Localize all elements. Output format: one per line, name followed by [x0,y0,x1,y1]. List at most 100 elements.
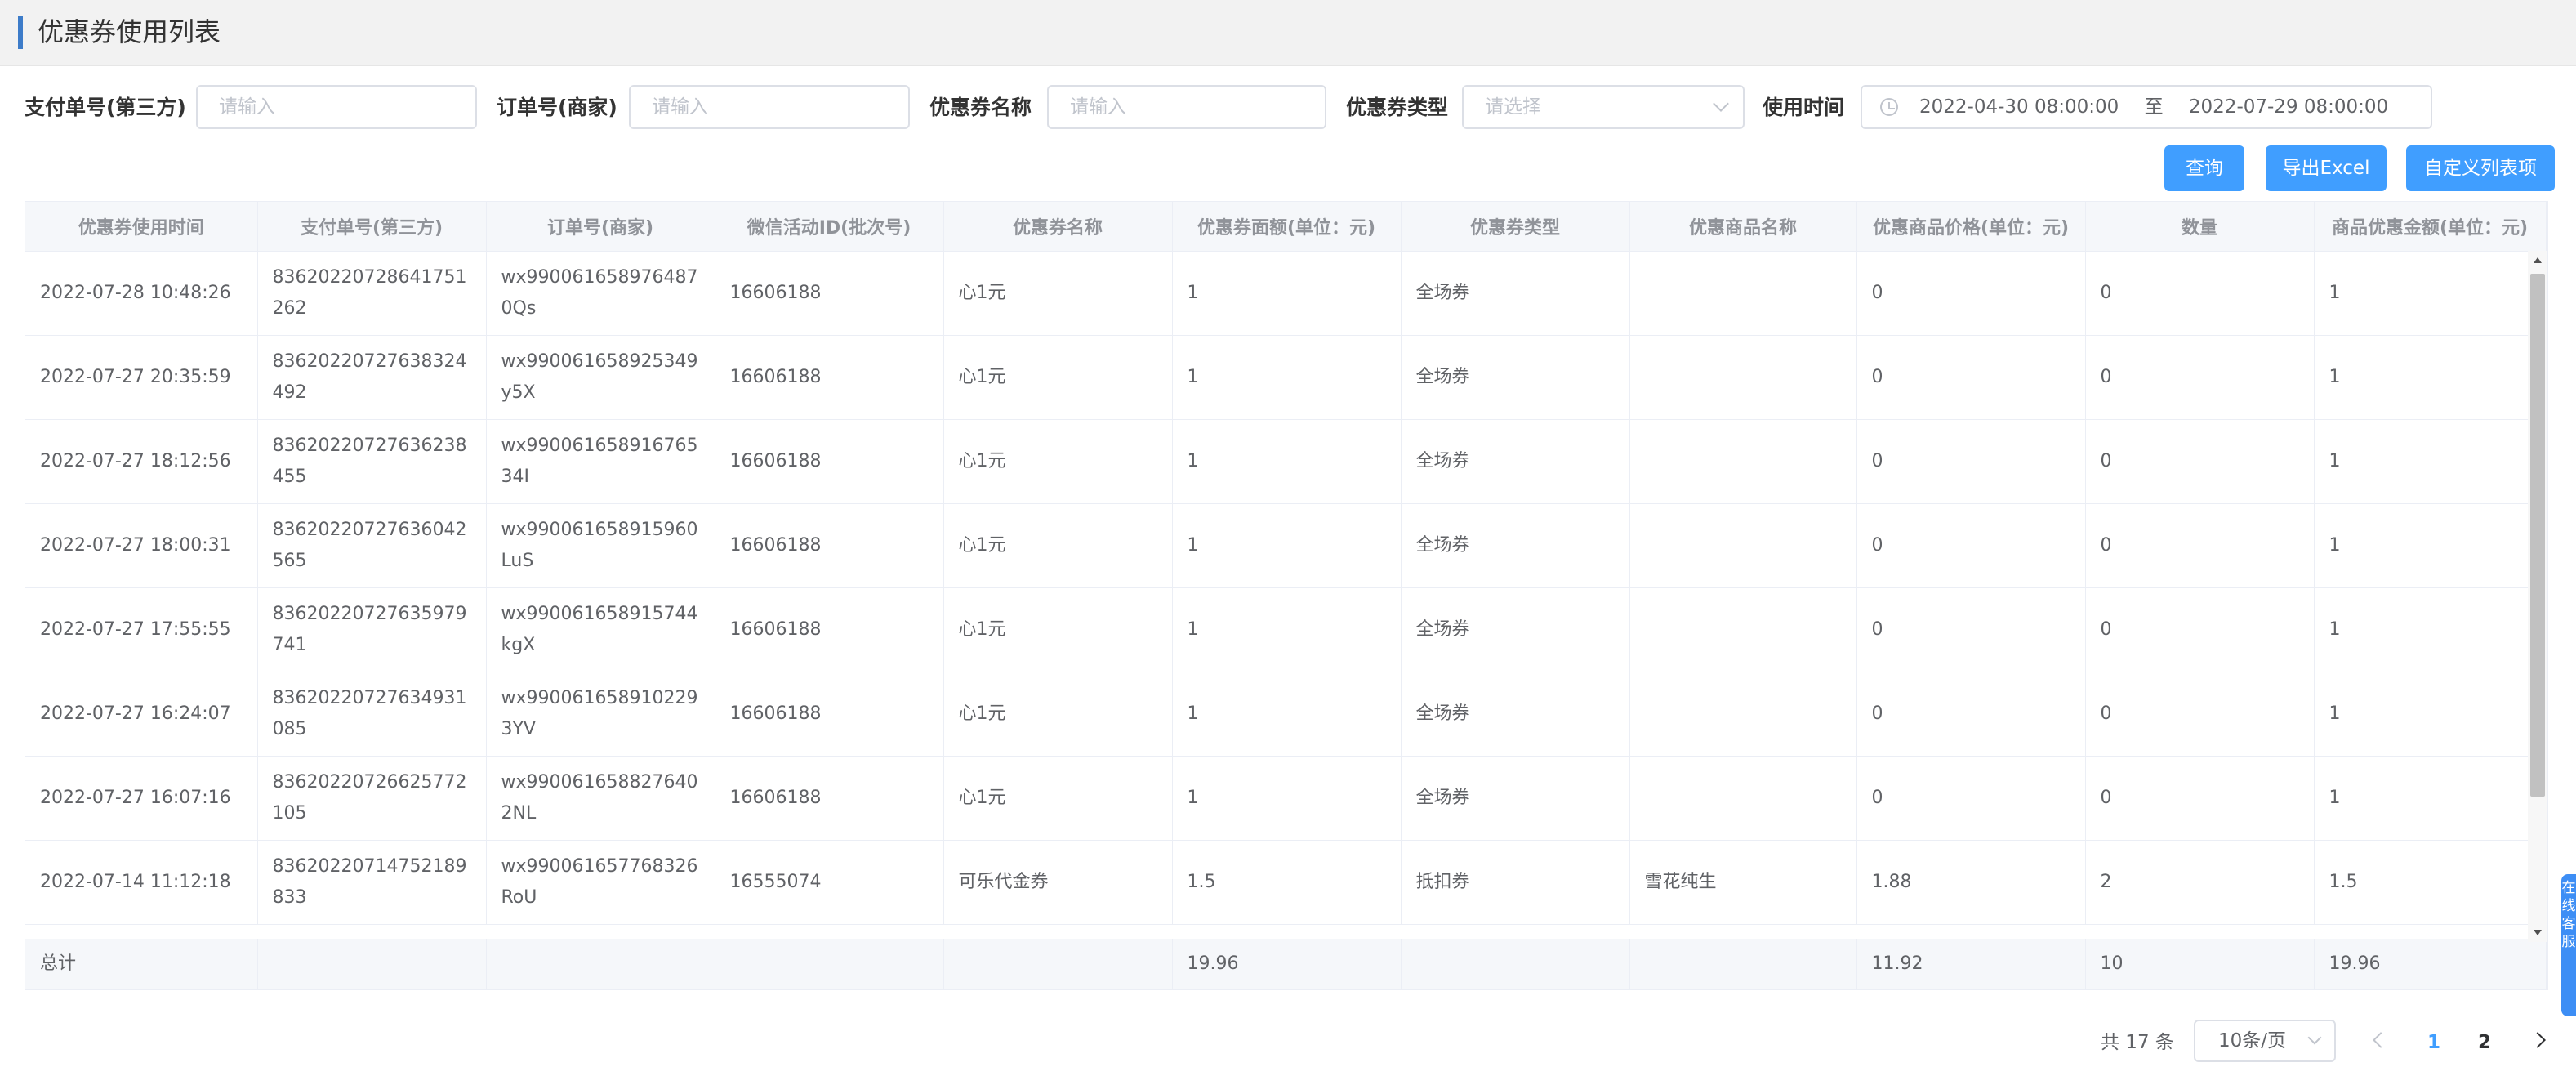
table-row[interactable]: 2022-07-28 10:48:26 83620220728641751262… [25,251,2547,336]
order-no-label: 订单号(商家) [497,96,617,119]
table-row[interactable]: 2022-07-27 16:24:07 83620220727634931085… [25,672,2547,757]
use-time-range[interactable]: 2022-04-30 08:00:00 至 2022-07-29 08:00:0… [1861,85,2432,129]
cell-product-name [1629,251,1857,336]
cell-product-price: 0 [1856,672,2086,757]
table-body: 2022-07-28 10:48:26 83620220728641751262… [25,251,2547,925]
use-time-end[interactable]: 2022-07-29 08:00:00 [2189,96,2388,118]
total-quantity: 10 [2085,939,2315,989]
cell-product-name [1629,672,1857,757]
col-header-pay-no: 支付单号(第三方) [257,202,487,252]
cell-use-time: 2022-07-27 20:35:59 [25,335,258,420]
cell-product-price: 0 [1856,335,2086,420]
cell-quantity: 0 [2085,672,2315,757]
cell-coupon-type: 全场券 [1401,756,1630,841]
cell-coupon-name: 心1元 [943,672,1173,757]
cell-coupon-name: 心1元 [943,335,1173,420]
cell-product-name [1629,335,1857,420]
cell-pay-no: 83620220727638324492 [257,335,487,420]
cell-coupon-name: 心1元 [943,503,1173,588]
page-number-active[interactable]: 1 [2427,1020,2440,1065]
cell-activity-id: 16606188 [715,335,944,420]
cell-coupon-type: 全场券 [1401,419,1630,504]
custom-columns-button[interactable]: 自定义列表项 [2406,145,2555,191]
table-row[interactable]: 2022-07-27 18:00:31 83620220727636042565… [25,503,2547,588]
cell-order-no: wx9900616589157​44kgX [486,587,715,672]
col-header-use-time: 优惠券使用时间 [25,202,258,252]
table-row[interactable]: 2022-07-27 20:35:59 83620220727638324492… [25,335,2547,420]
table-row[interactable]: 2022-07-27 17:55:55 83620220727635979741… [25,587,2547,672]
coupon-type-select[interactable]: 请选择 [1462,85,1745,129]
vertical-scrollbar[interactable] [2528,251,2547,942]
cell-product-price: 0 [1856,419,2086,504]
order-no-input[interactable]: 请输入 [629,85,910,129]
cell-use-time: 2022-07-28 10:48:26 [25,251,258,336]
table-row[interactable]: 2022-07-14 11:12:18 83620220714752189833… [25,840,2547,925]
filter-bar: 支付单号(第三方) 请输入 订单号(商家) 请输入 优惠券名称 请输入 优惠券类… [0,85,2576,131]
cell-quantity: 0 [2085,251,2315,336]
cell-use-time: 2022-07-27 16:07:16 [25,756,258,841]
scroll-down-icon[interactable] [2534,930,2542,935]
title-bar: 优惠券使用列表 [0,0,2576,66]
cell-face-value: 1 [1172,251,1402,336]
scroll-thumb[interactable] [2530,274,2545,797]
cell-coupon-type: 全场券 [1401,251,1630,336]
export-excel-button[interactable]: 导出Excel [2266,145,2387,191]
cell-discount-amount: 1 [2314,756,2547,841]
table-header-row: 优惠券使用时间 支付单号(第三方) 订单号(商家) 微信活动ID(批次号) 优惠… [25,202,2547,252]
total-product-price: 11.92 [1856,939,2086,989]
query-button[interactable]: 查询 [2164,145,2244,191]
cell-quantity: 0 [2085,587,2315,672]
total-cell [943,939,1173,989]
cell-use-time: 2022-07-27 17:55:55 [25,587,258,672]
scroll-up-icon[interactable] [2534,257,2542,263]
cell-order-no: wx9900616589764870Qs [486,251,715,336]
cell-order-no: wx9900616589253​49y5X [486,335,715,420]
cell-product-price: 1.88 [1856,840,2086,925]
use-time-start[interactable]: 2022-04-30 08:00:00 [1919,96,2119,118]
chevron-down-icon [1713,96,1729,112]
pay-no-input[interactable]: 请输入 [196,85,477,129]
cell-activity-id: 16606188 [715,251,944,336]
cell-order-no: wx9900616577683​26RoU [486,840,715,925]
use-time-label: 使用时间 [1763,96,1845,119]
cell-coupon-name: 心1元 [943,419,1173,504]
cell-coupon-name: 心1元 [943,251,1173,336]
table-row[interactable]: 2022-07-27 16:07:16 83620220726625772105… [25,756,2547,841]
col-header-discount-amount: 商品优惠金额(单位：元) [2314,202,2547,252]
page-number[interactable]: 2 [2478,1020,2491,1065]
coupon-type-placeholder: 请选择 [1485,96,1541,118]
cell-activity-id: 16606188 [715,587,944,672]
cell-quantity: 0 [2085,335,2315,420]
cell-discount-amount: 1 [2314,672,2547,757]
cell-product-name: 雪花纯生 [1629,840,1857,925]
customer-service-tab[interactable]: 在线客服 [2561,874,2576,1016]
pagination-total: 共 17 条 [2101,1032,2174,1053]
clock-icon [1880,98,1898,116]
coupon-type-label: 优惠券类型 [1346,96,1449,119]
cell-coupon-name: 心1元 [943,756,1173,841]
table-row[interactable]: 2022-07-27 18:12:56 83620220727636238455… [25,419,2547,504]
total-discount-amount: 19.96 [2314,939,2547,989]
cell-face-value: 1 [1172,587,1402,672]
cell-coupon-type: 全场券 [1401,335,1630,420]
cell-product-name [1629,756,1857,841]
pay-no-label: 支付单号(第三方) [25,96,186,119]
cell-order-no: wx9900616589102293YV [486,672,715,757]
cell-use-time: 2022-07-27 18:12:56 [25,419,258,504]
prev-page-icon[interactable] [2373,1032,2389,1048]
cell-activity-id: 16606188 [715,419,944,504]
cell-product-name [1629,503,1857,588]
total-table: 总计 19.96 11.92 10 19.96 [25,939,2547,989]
next-page-icon[interactable] [2529,1032,2546,1048]
cell-activity-id: 16606188 [715,756,944,841]
chevron-down-icon [2307,1030,2322,1045]
cell-coupon-type: 抵扣券 [1401,840,1630,925]
cell-discount-amount: 1 [2314,587,2547,672]
coupon-name-input[interactable]: 请输入 [1047,85,1326,129]
cell-coupon-type: 全场券 [1401,587,1630,672]
cell-product-price: 0 [1856,587,2086,672]
cell-pay-no: 83620220727634931085 [257,672,487,757]
cell-pay-no: 83620220728641751262 [257,251,487,336]
page-size-select[interactable]: 10条/页 [2194,1020,2336,1062]
cell-discount-amount: 1 [2314,503,2547,588]
